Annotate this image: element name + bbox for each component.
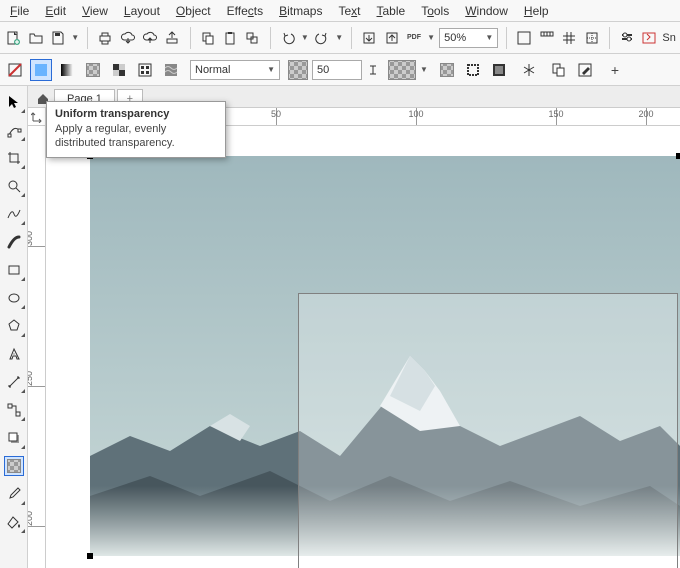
menu-effects[interactable]: Effects	[219, 2, 271, 20]
artistic-media-tool[interactable]	[4, 232, 24, 252]
uniform-transparency-button[interactable]	[30, 59, 52, 81]
ruler-origin-icon[interactable]	[28, 108, 46, 126]
copy-transparency-button[interactable]	[548, 59, 570, 81]
apply-outline-button[interactable]	[462, 59, 484, 81]
chevron-down-icon: ▼	[485, 33, 493, 42]
import-rect-button[interactable]	[360, 27, 378, 49]
transparency-tool[interactable]	[4, 456, 24, 476]
menu-file[interactable]: File	[2, 2, 37, 20]
options-button[interactable]	[618, 27, 636, 49]
selection-handle[interactable]	[87, 553, 93, 559]
cloud-upload-button[interactable]	[141, 27, 159, 49]
paste-button[interactable]	[221, 27, 239, 49]
polygon-tool[interactable]	[4, 316, 24, 336]
crop-tool[interactable]	[4, 148, 24, 168]
fountain-transparency-button[interactable]	[56, 59, 78, 81]
shape-tool[interactable]	[4, 120, 24, 140]
text-tool[interactable]	[4, 344, 24, 364]
snap-label: Sn	[662, 32, 675, 44]
edit-transparency-button[interactable]	[574, 59, 596, 81]
export-button[interactable]	[163, 27, 181, 49]
menu-text[interactable]: Text	[330, 2, 368, 20]
menu-help[interactable]: Help	[516, 2, 557, 20]
merge-mode-select[interactable]: Normal ▼	[190, 60, 280, 80]
save-dropdown-icon[interactable]: ▼	[71, 33, 79, 42]
eyedropper-tool[interactable]	[4, 484, 24, 504]
open-button[interactable]	[26, 27, 44, 49]
cloud-download-button[interactable]	[118, 27, 136, 49]
menu-bitmaps[interactable]: Bitmaps	[271, 2, 330, 20]
selection-handle[interactable]	[676, 153, 680, 159]
target-dropdown-icon[interactable]: ▼	[420, 65, 428, 74]
bitmap-pattern-button[interactable]	[134, 59, 156, 81]
texture-transparency-button[interactable]	[160, 59, 182, 81]
export-rect-button[interactable]	[382, 27, 400, 49]
transparency-slider-button[interactable]	[366, 59, 380, 81]
tooltip-body: Apply a regular, evenly distributed tran…	[55, 122, 217, 151]
ellipse-tool[interactable]	[4, 288, 24, 308]
zoom-tool[interactable]	[4, 176, 24, 196]
chevron-down-icon: ▼	[267, 65, 275, 74]
new-button[interactable]	[4, 27, 22, 49]
save-button[interactable]	[49, 27, 67, 49]
zoom-level-select[interactable]: 50% ▼	[439, 28, 498, 48]
transparency-target-swatch[interactable]	[388, 60, 416, 80]
pick-tool[interactable]	[4, 92, 24, 112]
apply-all-button[interactable]	[488, 59, 510, 81]
tooltip: Uniform transparency Apply a regular, ev…	[46, 101, 226, 158]
show-grid-button[interactable]	[560, 27, 578, 49]
pattern-transparency-button[interactable]	[82, 59, 104, 81]
drawing-canvas[interactable]: 50	[46, 126, 680, 568]
menu-tools[interactable]: Tools	[413, 2, 457, 20]
tooltip-title: Uniform transparency	[55, 108, 217, 120]
work-area: Page 1 + 0 50 100 150 200 300 250 200	[0, 86, 680, 568]
canvas-area: Page 1 + 0 50 100 150 200 300 250 200	[28, 86, 680, 568]
freehand-tool[interactable]	[4, 204, 24, 224]
redo-dropdown-icon[interactable]: ▼	[335, 33, 343, 42]
no-transparency-button[interactable]	[4, 59, 26, 81]
merge-mode-value: Normal	[195, 64, 230, 76]
transparency-value-input[interactable]: 50	[312, 60, 362, 80]
parallel-dimension-tool[interactable]	[4, 372, 24, 392]
two-color-pattern-button[interactable]	[108, 59, 130, 81]
transparency-picker-swatch[interactable]	[288, 60, 308, 80]
publish-pdf-button[interactable]: PDF	[405, 27, 423, 49]
menu-window[interactable]: Window	[457, 2, 516, 20]
show-rulers-button[interactable]	[538, 27, 556, 49]
copy-button[interactable]	[198, 27, 216, 49]
menu-table[interactable]: Table	[369, 2, 414, 20]
menu-object[interactable]: Object	[168, 2, 219, 20]
print-button[interactable]	[96, 27, 114, 49]
menu-bar: File Edit View Layout Object Effects Bit…	[0, 0, 680, 22]
zoom-value: 50%	[444, 32, 466, 44]
pdf-dropdown-icon[interactable]: ▼	[427, 33, 435, 42]
toolbox	[0, 86, 28, 568]
redo-button[interactable]	[313, 27, 331, 49]
add-preset-button[interactable]: +	[604, 59, 626, 81]
menu-edit[interactable]: Edit	[37, 2, 74, 20]
rectangle-tool[interactable]	[4, 260, 24, 280]
drop-shadow-tool[interactable]	[4, 428, 24, 448]
launch-button[interactable]	[640, 27, 658, 49]
undo-dropdown-icon[interactable]: ▼	[301, 33, 309, 42]
transparency-overlay-rect[interactable]	[298, 293, 678, 568]
undo-button[interactable]	[278, 27, 296, 49]
freeze-transparency-button[interactable]	[518, 59, 540, 81]
show-guides-button[interactable]	[582, 27, 600, 49]
menu-layout[interactable]: Layout	[116, 2, 168, 20]
menu-view[interactable]: View	[74, 2, 116, 20]
vertical-ruler[interactable]: 300 250 200	[28, 126, 46, 568]
connector-tool[interactable]	[4, 400, 24, 420]
standard-toolbar: ▼ ▼ ▼ PDF ▼ 50% ▼ Sn	[0, 22, 680, 54]
duplicate-button[interactable]	[243, 27, 261, 49]
fullscreen-button[interactable]	[515, 27, 533, 49]
fill-tool[interactable]	[4, 512, 24, 532]
apply-fill-button[interactable]	[436, 59, 458, 81]
property-bar: Normal ▼ 50 ▼ +	[0, 54, 680, 86]
